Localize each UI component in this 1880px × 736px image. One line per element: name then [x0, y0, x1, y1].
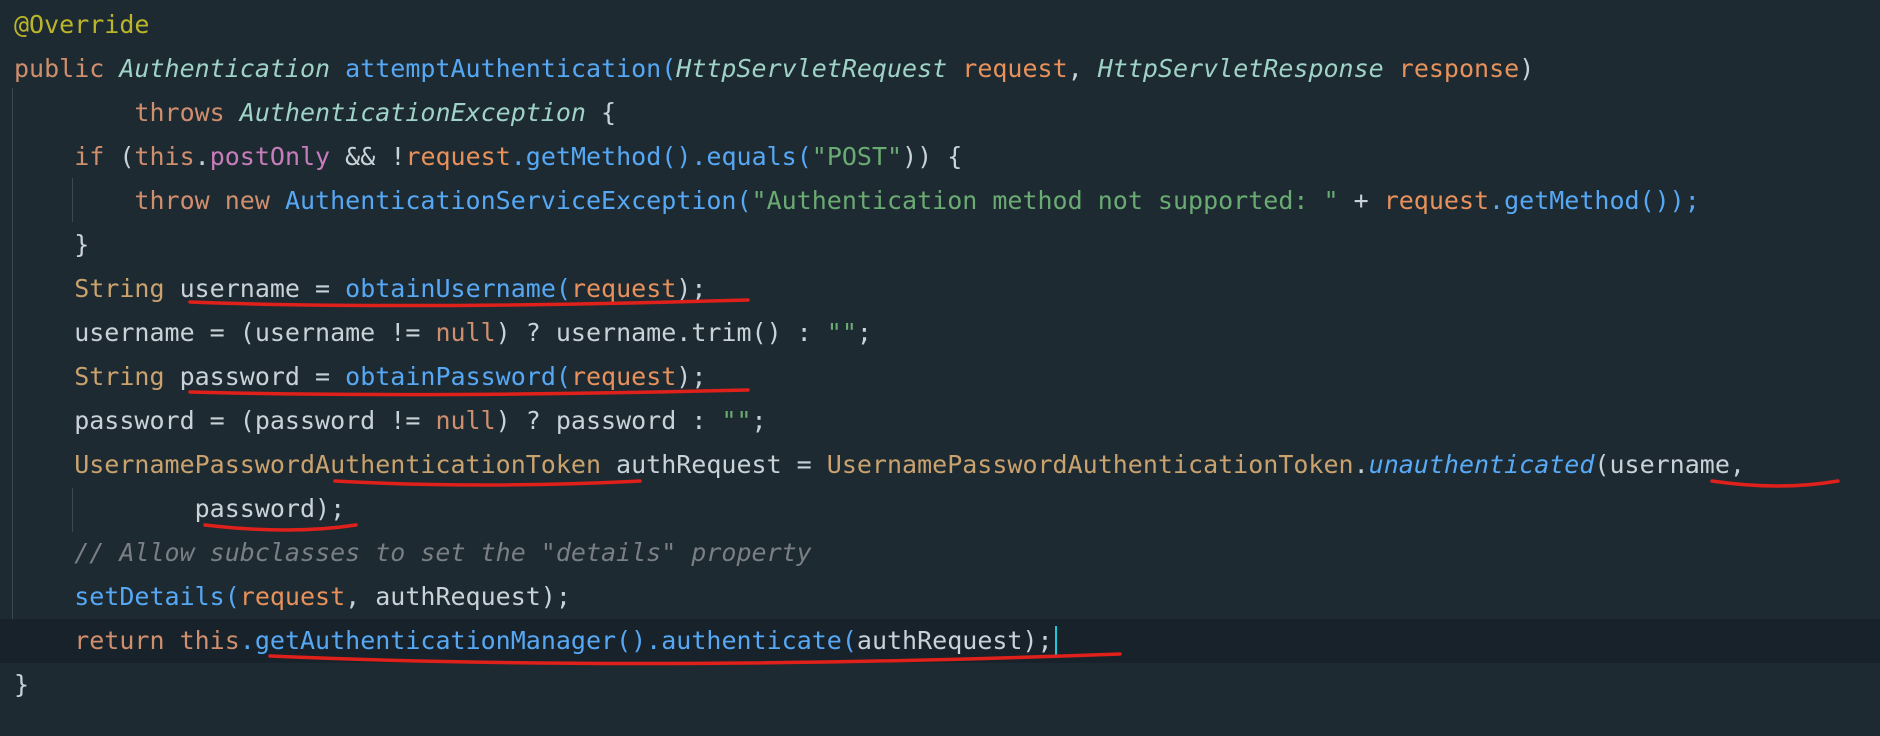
- code-token: UsernamePasswordAuthenticationToken: [826, 450, 1354, 479]
- code-token: .getAuthenticationManager().authenticate…: [239, 626, 857, 655]
- code-line[interactable]: // Allow subclasses to set the "details"…: [0, 531, 1880, 575]
- code-token: , authRequest);: [345, 582, 571, 611]
- code-line[interactable]: @Override: [0, 3, 1880, 47]
- code-token: ,: [1067, 54, 1098, 83]
- code-token: ;: [751, 406, 767, 435]
- code-token: authRequest: [856, 626, 1023, 655]
- code-token: return: [14, 626, 180, 655]
- code-line[interactable]: return this.getAuthenticationManager().a…: [0, 619, 1880, 663]
- code-token: );: [676, 362, 707, 391]
- code-token: attemptAuthentication(: [330, 54, 677, 83]
- code-token: (username,: [1594, 450, 1745, 479]
- code-token: password =: [179, 362, 346, 391]
- code-line[interactable]: public Authentication attemptAuthenticat…: [0, 47, 1880, 91]
- code-token: Authentication: [119, 54, 331, 83]
- code-token: .getMethod());: [1489, 186, 1700, 215]
- code-token: this: [134, 142, 195, 171]
- code-token: +: [1338, 186, 1384, 215]
- code-token: "Authentication method not supported: ": [751, 186, 1339, 215]
- code-token: null: [435, 318, 496, 347]
- code-token: ) ? password :: [495, 406, 722, 435]
- code-token: obtainPassword(: [345, 362, 571, 391]
- code-token: (: [119, 142, 135, 171]
- code-token: authRequest =: [601, 450, 827, 479]
- code-line[interactable]: throw new AuthenticationServiceException…: [0, 179, 1880, 223]
- code-token: request: [405, 142, 511, 171]
- code-token: username =: [179, 274, 346, 303]
- code-token: request: [570, 362, 677, 391]
- code-token: password = (password !=: [14, 406, 436, 435]
- code-token: username = (username !=: [14, 318, 436, 347]
- code-token: AuthenticationException: [239, 98, 586, 127]
- code-token: ) ? username.trim() :: [495, 318, 827, 347]
- code-token: "": [721, 406, 752, 435]
- code-line[interactable]: String username = obtainUsername(request…: [0, 267, 1880, 311]
- code-line[interactable]: }: [0, 663, 1880, 707]
- code-token: null: [435, 406, 496, 435]
- code-token: throw new: [14, 186, 285, 215]
- code-line[interactable]: throws AuthenticationException {: [0, 91, 1880, 135]
- code-line[interactable]: password);: [0, 487, 1880, 531]
- code-token: obtainUsername(: [345, 274, 571, 303]
- code-token: ;: [856, 318, 872, 347]
- code-token: }: [14, 230, 90, 259]
- code-line[interactable]: password = (password != null) ? password…: [0, 399, 1880, 443]
- code-token: "": [826, 318, 857, 347]
- code-token: AuthenticationServiceException(: [284, 186, 752, 215]
- code-editor[interactable]: @Override public Authentication attemptAu…: [0, 0, 1880, 736]
- code-token: unauthenticated: [1368, 450, 1595, 479]
- code-token: postOnly: [209, 142, 331, 171]
- text-caret: [1054, 626, 1057, 658]
- code-token: String: [14, 274, 180, 303]
- code-token: UsernamePasswordAuthenticationToken: [14, 450, 601, 479]
- code-token: );: [1022, 626, 1053, 655]
- code-token: response: [1398, 54, 1520, 83]
- code-token: @Override: [14, 10, 150, 39]
- code-token: // Allow subclasses to set the "details"…: [14, 538, 812, 567]
- code-token: .: [194, 142, 210, 171]
- code-token: request: [239, 582, 346, 611]
- code-token: "POST": [811, 142, 903, 171]
- code-token: .getMethod().equals(: [510, 142, 812, 171]
- code-token: password);: [14, 494, 346, 523]
- code-token: request: [962, 54, 1068, 83]
- code-line[interactable]: setDetails(request, authRequest);: [0, 575, 1880, 619]
- code-token: HttpServletRequest: [676, 54, 948, 83]
- code-token: this: [179, 626, 240, 655]
- code-token: )) {: [902, 142, 963, 171]
- code-token: throws: [14, 98, 240, 127]
- code-line[interactable]: UsernamePasswordAuthenticationToken auth…: [0, 443, 1880, 487]
- code-token: if: [14, 142, 120, 171]
- code-token: request: [570, 274, 677, 303]
- code-token: ): [1519, 54, 1535, 83]
- code-token: && !: [330, 142, 406, 171]
- code-token: setDetails(: [14, 582, 240, 611]
- code-token: public: [14, 54, 120, 83]
- code-token: }: [14, 670, 30, 699]
- code-token: request: [1383, 186, 1490, 215]
- code-token: HttpServletResponse: [1097, 54, 1384, 83]
- code-line[interactable]: username = (username != null) ? username…: [0, 311, 1880, 355]
- code-line[interactable]: String password = obtainPassword(request…: [0, 355, 1880, 399]
- code-line[interactable]: }: [0, 223, 1880, 267]
- code-token: {: [585, 98, 617, 127]
- code-token: );: [676, 274, 707, 303]
- code-line[interactable]: if (this.postOnly && !request.getMethod(…: [0, 135, 1880, 179]
- code-token: String: [14, 362, 180, 391]
- code-token: .: [1353, 450, 1369, 479]
